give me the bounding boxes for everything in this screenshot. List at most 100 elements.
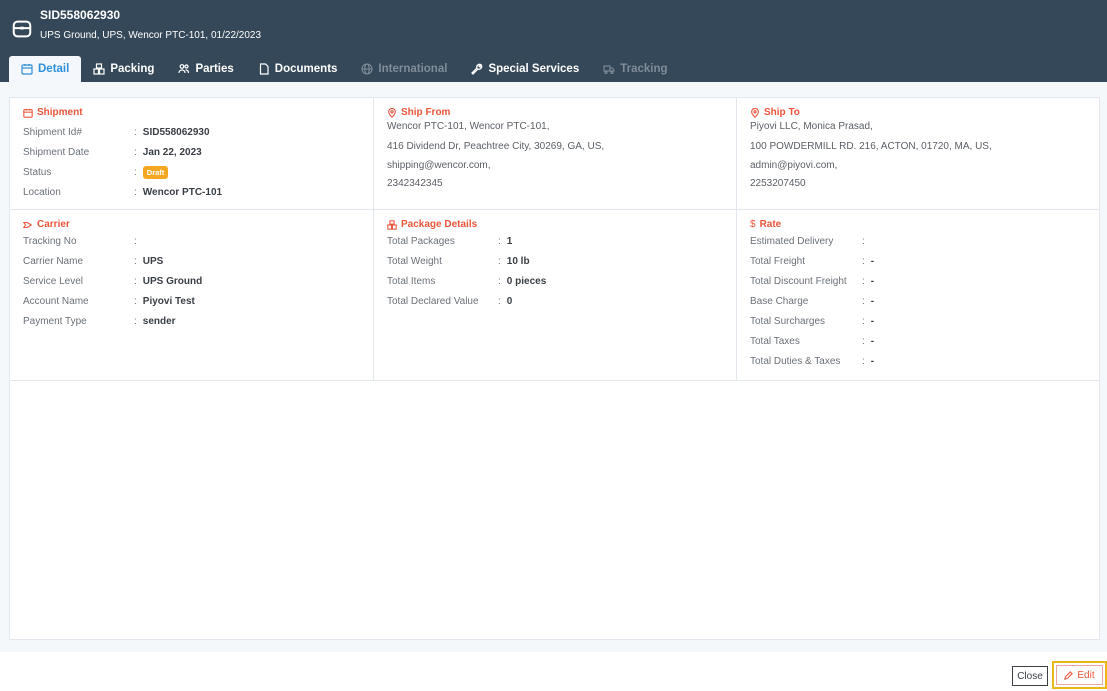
tab-label: Detail bbox=[38, 63, 70, 75]
total-weight-row: Total Weight: 10 lb bbox=[387, 255, 530, 267]
total-discount-value: - bbox=[870, 275, 875, 287]
total-surcharges-label: Total Surcharges bbox=[750, 315, 826, 327]
service-level-row: Service Level: UPS Ground bbox=[23, 275, 203, 287]
tab-detail[interactable]: Detail bbox=[9, 56, 82, 82]
header-bar: SID558062930 UPS Ground, UPS, Wencor PTC… bbox=[0, 0, 1107, 82]
shipment-location-row: Location: Wencor PTC-101 bbox=[23, 186, 223, 198]
tab-international[interactable]: International bbox=[349, 56, 459, 82]
total-duties-label: Total Duties & Taxes bbox=[750, 355, 841, 367]
tab-label: Special Services bbox=[488, 63, 580, 75]
carrier-icon bbox=[23, 221, 33, 228]
total-weight-label: Total Weight bbox=[387, 255, 442, 267]
tab-documents[interactable]: Documents bbox=[246, 56, 350, 82]
payment-type-value: sender bbox=[142, 315, 176, 327]
declared-value-row: Total Declared Value: 0 bbox=[387, 295, 513, 307]
ship-to-section: Ship To Piyovi LLC, Monica Prasad, 100 P… bbox=[737, 98, 1099, 209]
tab-packing[interactable]: Packing bbox=[81, 56, 166, 82]
tab-bar: Detail Packing Parties Documents Interna… bbox=[9, 56, 680, 82]
tab-label: Tracking bbox=[620, 63, 668, 75]
ship-from-email: shipping@wencor.com, bbox=[387, 160, 491, 171]
carrier-section-title: Carrier bbox=[23, 219, 70, 230]
ship-to-email: admin@piyovi.com, bbox=[750, 160, 838, 171]
total-discount-row: Total Discount Freight: - bbox=[750, 275, 875, 287]
estimated-delivery-label: Estimated Delivery bbox=[750, 235, 834, 247]
rate-section-title: $ Rate bbox=[750, 219, 782, 230]
people-icon bbox=[178, 64, 190, 74]
tracking-label: Tracking No bbox=[23, 235, 77, 247]
total-surcharges-value: - bbox=[870, 315, 875, 327]
close-button[interactable]: Close bbox=[1012, 666, 1048, 686]
package-icon bbox=[12, 20, 32, 38]
globe-icon bbox=[361, 63, 373, 75]
shipment-status-row: Status: Draft bbox=[23, 165, 169, 179]
declared-value-label: Total Declared Value bbox=[387, 295, 479, 307]
ship-to-line2: 100 POWDERMILL RD. 216, ACTON, 01720, MA… bbox=[750, 141, 992, 152]
carrier-name-value: UPS bbox=[142, 255, 164, 267]
detail-content: Shipment Shipment Id#: SID558062930 Ship… bbox=[0, 82, 1107, 652]
carrier-name-label: Carrier Name bbox=[23, 255, 84, 267]
ship-from-phone: 2342342345 bbox=[387, 178, 443, 189]
base-charge-row: Base Charge: - bbox=[750, 295, 875, 307]
shipment-subtitle: UPS Ground, UPS, Wencor PTC-101, 01/22/2… bbox=[40, 30, 262, 41]
tab-label: International bbox=[378, 63, 448, 75]
service-level-value: UPS Ground bbox=[142, 275, 203, 287]
total-items-label: Total Items bbox=[387, 275, 436, 287]
total-packages-value: 1 bbox=[506, 235, 513, 247]
location-label: Location bbox=[23, 186, 61, 198]
ship-to-line1: Piyovi LLC, Monica Prasad, bbox=[750, 121, 873, 132]
tab-special-services[interactable]: Special Services bbox=[459, 56, 591, 82]
tab-tracking[interactable]: Tracking bbox=[591, 56, 679, 82]
boxes-icon bbox=[387, 219, 397, 230]
total-freight-value: - bbox=[870, 255, 875, 267]
detail-row-top: Shipment Shipment Id#: SID558062930 Ship… bbox=[10, 98, 1099, 210]
ship-from-line1: Wencor PTC-101, Wencor PTC-101, bbox=[387, 121, 550, 132]
location-pin-icon bbox=[388, 107, 396, 118]
rate-section: $ Rate Estimated Delivery: Total Freight… bbox=[737, 210, 1099, 380]
shipment-date-label: Shipment Date bbox=[23, 146, 90, 158]
tab-parties[interactable]: Parties bbox=[166, 56, 245, 82]
total-taxes-row: Total Taxes: - bbox=[750, 335, 875, 347]
account-name-label: Account Name bbox=[23, 295, 89, 307]
carrier-section: Carrier Tracking No: Carrier Name: UPS S… bbox=[10, 210, 374, 380]
detail-panel: Shipment Shipment Id#: SID558062930 Ship… bbox=[9, 97, 1100, 640]
total-duties-value: - bbox=[870, 355, 875, 367]
base-charge-label: Base Charge bbox=[750, 295, 809, 307]
account-name-row: Account Name: Piyovi Test bbox=[23, 295, 195, 307]
edit-label: Edit bbox=[1077, 669, 1095, 681]
boxes-icon bbox=[93, 63, 105, 75]
package-section-title: Package Details bbox=[387, 219, 477, 230]
carrier-name-row: Carrier Name: UPS bbox=[23, 255, 164, 267]
total-duties-row: Total Duties & Taxes: - bbox=[750, 355, 875, 367]
shipment-section: Shipment Shipment Id#: SID558062930 Ship… bbox=[10, 98, 374, 209]
pencil-icon bbox=[1064, 670, 1074, 680]
total-packages-row: Total Packages: 1 bbox=[387, 235, 513, 247]
shipment-id-label: Shipment Id# bbox=[23, 126, 82, 138]
calendar-icon bbox=[21, 64, 33, 75]
edit-button-highlight: Edit bbox=[1052, 661, 1107, 689]
payment-type-row: Payment Type: sender bbox=[23, 315, 176, 327]
ship-to-section-title: Ship To bbox=[750, 107, 800, 118]
total-packages-label: Total Packages bbox=[387, 235, 455, 247]
tracking-row: Tracking No: bbox=[23, 235, 137, 247]
payment-type-label: Payment Type bbox=[23, 315, 87, 327]
total-taxes-value: - bbox=[870, 335, 875, 347]
calendar-icon bbox=[23, 108, 33, 118]
dollar-icon: $ bbox=[750, 219, 756, 230]
shipment-title: SID558062930 bbox=[40, 8, 121, 22]
account-name-value: Piyovi Test bbox=[142, 295, 195, 307]
location-value: Wencor PTC-101 bbox=[142, 186, 223, 198]
wrench-icon bbox=[471, 63, 483, 75]
ship-from-line2: 416 Dividend Dr, Peachtree City, 30269, … bbox=[387, 141, 605, 152]
location-pin-icon bbox=[751, 107, 759, 118]
ship-to-phone: 2253207450 bbox=[750, 178, 806, 189]
declared-value-value: 0 bbox=[506, 295, 513, 307]
shipment-section-title: Shipment bbox=[23, 107, 83, 118]
shipment-id-value: SID558062930 bbox=[142, 126, 210, 138]
total-items-row: Total Items: 0 pieces bbox=[387, 275, 547, 287]
edit-button[interactable]: Edit bbox=[1056, 665, 1103, 685]
document-icon bbox=[259, 63, 269, 75]
tab-label: Packing bbox=[110, 63, 155, 75]
service-level-label: Service Level bbox=[23, 275, 84, 287]
package-details-section: Package Details Total Packages: 1 Total … bbox=[374, 210, 737, 380]
base-charge-value: - bbox=[870, 295, 875, 307]
